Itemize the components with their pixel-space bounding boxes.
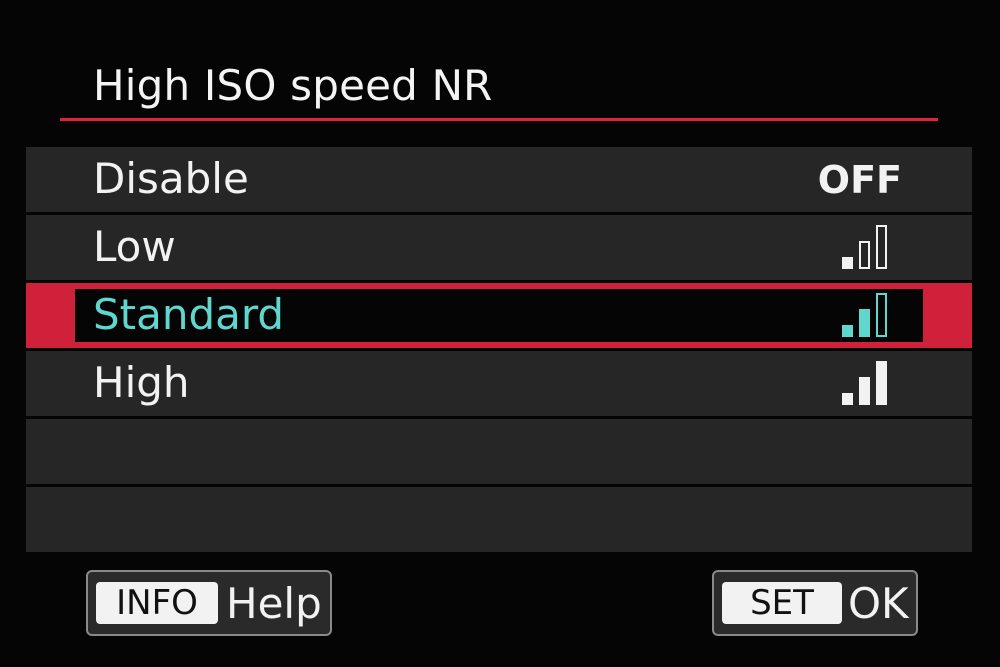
- level-bar-2: [859, 377, 870, 405]
- option-label: Low: [93, 222, 176, 271]
- option-value-off: OFF: [817, 158, 902, 202]
- level-bar-1: [842, 393, 853, 405]
- option-low[interactable]: Low: [26, 215, 972, 280]
- set-ok-button[interactable]: SET OK: [712, 570, 918, 636]
- level-bar-3: [876, 293, 887, 337]
- option-list: Disable OFF Low Standard High: [26, 147, 972, 555]
- info-key-tag: INFO: [96, 582, 218, 624]
- level-bar-3: [876, 225, 887, 269]
- level-bar-1: [842, 257, 853, 269]
- level-bar-2: [859, 309, 870, 337]
- option-label: High: [93, 358, 190, 407]
- level-1-icon: [842, 225, 890, 269]
- empty-row: [26, 487, 972, 552]
- option-label: Disable: [93, 154, 249, 203]
- page-title: High ISO speed NR: [93, 61, 493, 110]
- option-label: Standard: [93, 290, 285, 339]
- set-key-tag: SET: [722, 582, 842, 624]
- level-3-icon: [842, 361, 890, 405]
- ok-label: OK: [848, 579, 909, 628]
- option-high[interactable]: High: [26, 351, 972, 416]
- level-bar-2: [859, 241, 870, 269]
- option-standard[interactable]: Standard: [26, 283, 972, 348]
- level-2-icon: [842, 293, 890, 337]
- info-help-button[interactable]: INFO Help: [86, 570, 332, 636]
- empty-row: [26, 419, 972, 484]
- level-bar-1: [842, 325, 853, 337]
- level-bar-3: [876, 361, 887, 405]
- camera-menu-screen: High ISO speed NR Disable OFF Low Standa…: [0, 0, 1000, 667]
- option-disable[interactable]: Disable OFF: [26, 147, 972, 212]
- title-divider: [60, 118, 938, 121]
- help-label: Help: [226, 579, 322, 628]
